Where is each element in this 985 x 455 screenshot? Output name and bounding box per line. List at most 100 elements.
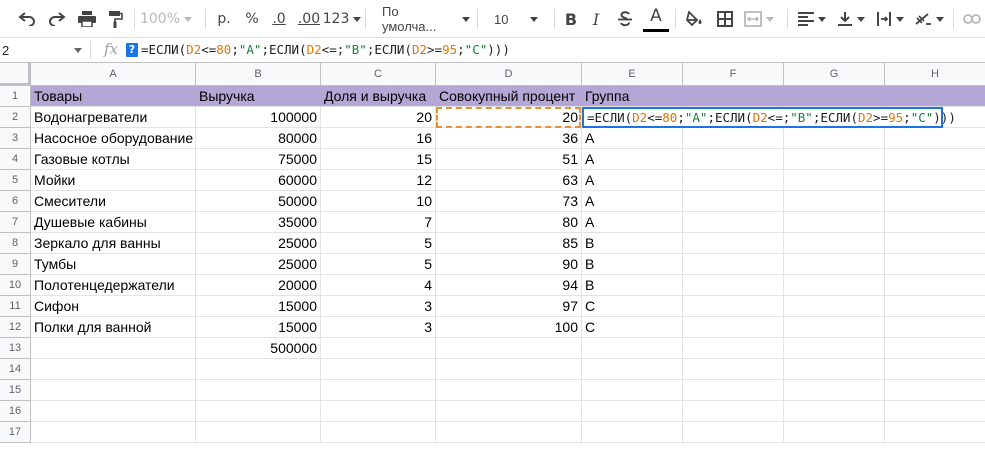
cell-b14[interactable] xyxy=(196,359,321,380)
cell-f12[interactable] xyxy=(683,317,784,338)
cell-f6[interactable] xyxy=(683,191,784,212)
cell-e7[interactable]: A xyxy=(582,212,683,233)
cell-h3[interactable] xyxy=(885,128,985,149)
cell-a16[interactable] xyxy=(31,401,196,422)
cell-a6[interactable]: Смесители xyxy=(31,191,196,212)
cell-e16[interactable] xyxy=(582,401,683,422)
cell-editor[interactable]: =ЕСЛИ(D2<=80;"A";ЕСЛИ(D2<=;"B";ЕСЛИ(D2>=… xyxy=(582,107,956,128)
cell-g3[interactable] xyxy=(784,128,885,149)
select-all-corner[interactable] xyxy=(0,63,31,86)
cell-f1[interactable] xyxy=(683,86,784,107)
cell-f14[interactable] xyxy=(683,359,784,380)
redo-icon[interactable] xyxy=(44,0,70,38)
column-header-g[interactable]: G xyxy=(784,63,885,86)
cell-b16[interactable] xyxy=(196,401,321,422)
increase-decimal-button[interactable]: .00 xyxy=(294,0,324,38)
cell-b15[interactable] xyxy=(196,380,321,401)
cell-c6[interactable]: 10 xyxy=(321,191,436,212)
paint-format-icon[interactable] xyxy=(104,0,128,38)
cell-h14[interactable] xyxy=(885,359,985,380)
font-size-select[interactable]: 10 xyxy=(484,0,548,38)
cell-a13[interactable] xyxy=(31,338,196,359)
cell-b11[interactable]: 15000 xyxy=(196,296,321,317)
cell-g17[interactable] xyxy=(784,422,885,443)
cell-e14[interactable] xyxy=(582,359,683,380)
cell-h11[interactable] xyxy=(885,296,985,317)
row-header-1[interactable]: 1 xyxy=(0,86,31,107)
cell-d17[interactable] xyxy=(436,422,582,443)
cell-a15[interactable] xyxy=(31,380,196,401)
cell-g14[interactable] xyxy=(784,359,885,380)
row-header-5[interactable]: 5 xyxy=(0,170,31,191)
row-header-17[interactable]: 17 xyxy=(0,422,31,443)
cell-h7[interactable] xyxy=(885,212,985,233)
bold-button[interactable]: B xyxy=(560,0,582,38)
cell-f4[interactable] xyxy=(683,149,784,170)
cell-h8[interactable] xyxy=(885,233,985,254)
cell-c8[interactable]: 5 xyxy=(321,233,436,254)
cell-e12[interactable]: C xyxy=(582,317,683,338)
cell-f5[interactable] xyxy=(683,170,784,191)
cell-d15[interactable] xyxy=(436,380,582,401)
cell-a17[interactable] xyxy=(31,422,196,443)
cell-e5[interactable]: A xyxy=(582,170,683,191)
row-header-12[interactable]: 12 xyxy=(0,317,31,338)
cell-h9[interactable] xyxy=(885,254,985,275)
cell-d10[interactable]: 94 xyxy=(436,275,582,296)
cell-b2[interactable]: 100000 xyxy=(196,107,321,128)
column-header-e[interactable]: E xyxy=(582,63,683,86)
cell-g16[interactable] xyxy=(784,401,885,422)
vertical-align-icon[interactable] xyxy=(834,0,868,38)
cell-h13[interactable] xyxy=(885,338,985,359)
row-header-4[interactable]: 4 xyxy=(0,149,31,170)
column-header-d[interactable]: D xyxy=(436,63,582,86)
cell-c16[interactable] xyxy=(321,401,436,422)
undo-icon[interactable] xyxy=(14,0,40,38)
cell-b10[interactable]: 20000 xyxy=(196,275,321,296)
cell-c7[interactable]: 7 xyxy=(321,212,436,233)
more-formats-button[interactable]: 123 xyxy=(323,0,362,38)
column-header-h[interactable]: H xyxy=(885,63,985,86)
cell-a12[interactable]: Полки для ванной xyxy=(31,317,196,338)
cell-h12[interactable] xyxy=(885,317,985,338)
row-header-8[interactable]: 8 xyxy=(0,233,31,254)
cell-g12[interactable] xyxy=(784,317,885,338)
cell-f8[interactable] xyxy=(683,233,784,254)
fill-color-icon[interactable] xyxy=(682,0,708,38)
cell-e17[interactable] xyxy=(582,422,683,443)
cell-d12[interactable]: 100 xyxy=(436,317,582,338)
cell-b9[interactable]: 25000 xyxy=(196,254,321,275)
cell-a4[interactable]: Газовые котлы xyxy=(31,149,196,170)
cell-g13[interactable] xyxy=(784,338,885,359)
row-header-10[interactable]: 10 xyxy=(0,275,31,296)
cell-f16[interactable] xyxy=(683,401,784,422)
row-header-11[interactable]: 11 xyxy=(0,296,31,317)
row-header-15[interactable]: 15 xyxy=(0,380,31,401)
formula-help-icon[interactable]: ? xyxy=(126,43,138,57)
zoom-select[interactable]: 100% xyxy=(140,0,193,38)
font-family-select[interactable]: По умолча... xyxy=(372,0,470,38)
cell-e10[interactable]: B xyxy=(582,275,683,296)
cell-h17[interactable] xyxy=(885,422,985,443)
cell-a1[interactable]: Товары xyxy=(31,86,196,107)
cell-e6[interactable]: A xyxy=(582,191,683,212)
row-header-3[interactable]: 3 xyxy=(0,128,31,149)
cell-f7[interactable] xyxy=(683,212,784,233)
cell-c11[interactable]: 3 xyxy=(321,296,436,317)
cell-f11[interactable] xyxy=(683,296,784,317)
row-header-9[interactable]: 9 xyxy=(0,254,31,275)
cell-g11[interactable] xyxy=(784,296,885,317)
cell-a8[interactable]: Зеркало для ванны xyxy=(31,233,196,254)
cell-d13[interactable] xyxy=(436,338,582,359)
row-header-2[interactable]: 2 xyxy=(0,107,31,128)
column-header-b[interactable]: B xyxy=(196,63,321,86)
cell-b3[interactable]: 80000 xyxy=(196,128,321,149)
row-header-6[interactable]: 6 xyxy=(0,191,31,212)
cell-a7[interactable]: Душевые кабины xyxy=(31,212,196,233)
cell-c1[interactable]: Доля и выручка xyxy=(321,86,436,107)
cell-d9[interactable]: 90 xyxy=(436,254,582,275)
cell-g9[interactable] xyxy=(784,254,885,275)
cell-a10[interactable]: Полотенцедержатели xyxy=(31,275,196,296)
cell-e15[interactable] xyxy=(582,380,683,401)
cell-b4[interactable]: 75000 xyxy=(196,149,321,170)
